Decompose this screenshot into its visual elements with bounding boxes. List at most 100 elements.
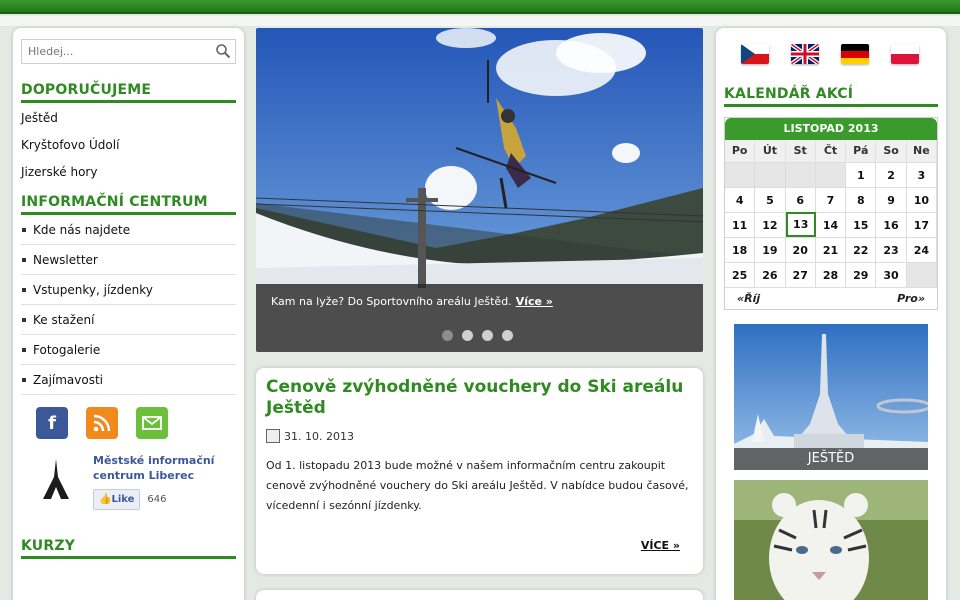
slider-caption: Kam na lyže? Do Sportovního areálu Ještě… bbox=[256, 284, 703, 352]
recommend-item-krystofovo[interactable]: Kryštofovo Údolí bbox=[21, 132, 236, 159]
news-article: Cenově zvýhodněné vouchery do Ski areálu… bbox=[256, 368, 703, 574]
article-date-text: 31. 10. 2013 bbox=[284, 429, 354, 443]
calendar-day-8[interactable]: 8 bbox=[846, 187, 877, 212]
slider-dot-4[interactable] bbox=[502, 330, 513, 341]
article-date: 31. 10. 2013 bbox=[266, 429, 693, 443]
white-tiger-photo bbox=[734, 480, 928, 600]
calendar-prev-link[interactable]: «Říj bbox=[737, 288, 760, 309]
calendar-empty-cell bbox=[725, 162, 756, 187]
slider-more-link[interactable]: Více » bbox=[516, 295, 553, 308]
info-item-gallery[interactable]: Fotogalerie bbox=[21, 335, 236, 365]
calendar-day-23[interactable]: 23 bbox=[876, 237, 907, 262]
calendar-empty-cell bbox=[785, 162, 816, 187]
calendar-day-30[interactable]: 30 bbox=[876, 262, 907, 287]
rss-icon[interactable] bbox=[86, 407, 118, 439]
weekday-label: So bbox=[876, 140, 907, 162]
facebook-widget: Městské informační centrum Liberec 👍Like… bbox=[31, 453, 236, 510]
polish-flag-icon[interactable] bbox=[891, 44, 919, 64]
calendar-day-10[interactable]: 10 bbox=[906, 187, 937, 212]
fb-page-name-line1[interactable]: Městské informační bbox=[93, 453, 214, 468]
courses-title: KURZY bbox=[21, 538, 236, 559]
calendar-day-20[interactable]: 20 bbox=[785, 237, 816, 262]
calendar-week-row: 18 19 20 21 22 23 24 bbox=[725, 237, 937, 262]
calendar-empty-cell bbox=[906, 262, 937, 287]
calendar-day-15[interactable]: 15 bbox=[846, 212, 877, 237]
facebook-icon[interactable]: f bbox=[36, 407, 68, 439]
calendar-day-19[interactable]: 19 bbox=[755, 237, 786, 262]
recommend-item-jizerske[interactable]: Jizerské hory bbox=[21, 159, 236, 186]
info-title: INFORMAČNÍ CENTRUM bbox=[21, 194, 236, 215]
calendar-grid: 1 2 3 4 5 6 7 8 9 10 11 12 13 14 15 16 17 18 19 20 21 22 23 24 2… bbox=[725, 162, 937, 287]
recommend-title: DOPORUČUJEME bbox=[21, 82, 236, 103]
weekday-label: Ne bbox=[906, 140, 937, 162]
slider-dot-1[interactable] bbox=[442, 330, 453, 341]
czech-flag-icon[interactable] bbox=[741, 44, 769, 64]
calendar-day-25[interactable]: 25 bbox=[725, 262, 756, 287]
info-item-location[interactable]: Kde nás najdete bbox=[21, 215, 236, 245]
article-title[interactable]: Cenově zvýhodněné vouchery do Ski areálu… bbox=[266, 377, 693, 419]
calendar-day-9[interactable]: 9 bbox=[876, 187, 907, 212]
recommend-item-jested[interactable]: Ještěd bbox=[21, 105, 236, 132]
info-item-newsletter[interactable]: Newsletter bbox=[21, 245, 236, 275]
info-list: Kde nás najdete Newsletter Vstupenky, jí… bbox=[21, 215, 236, 395]
calendar-day-5[interactable]: 5 bbox=[755, 187, 786, 212]
top-bar bbox=[0, 0, 960, 14]
calendar-day-3[interactable]: 3 bbox=[906, 162, 937, 187]
search-box bbox=[21, 39, 236, 64]
calendar-day-7[interactable]: 7 bbox=[815, 187, 847, 212]
calendar-day-21[interactable]: 21 bbox=[815, 237, 847, 262]
calendar-day-26[interactable]: 26 bbox=[755, 262, 786, 287]
right-sidebar: KALENDÁŘ AKCÍ LISTOPAD 2013 Po Út St Čt … bbox=[716, 28, 946, 600]
info-item-sights[interactable]: Zajímavosti bbox=[21, 365, 236, 395]
calendar-day-13[interactable]: 13 bbox=[785, 212, 816, 237]
calendar-empty-cell bbox=[755, 162, 786, 187]
calendar-day-14[interactable]: 14 bbox=[815, 212, 847, 237]
calendar-day-1[interactable]: 1 bbox=[846, 162, 877, 187]
weekday-label: Út bbox=[755, 140, 786, 162]
english-flag-icon[interactable] bbox=[791, 44, 819, 64]
jested-promo-banner[interactable]: JEŠTĚD bbox=[734, 324, 928, 470]
calendar-day-29[interactable]: 29 bbox=[846, 262, 877, 287]
calendar-nav: «Říj Pro» bbox=[725, 287, 937, 309]
calendar-month: LISTOPAD 2013 bbox=[725, 118, 937, 140]
fb-page-name-line2[interactable]: centrum Liberec bbox=[93, 468, 214, 483]
calendar-day-17[interactable]: 17 bbox=[906, 212, 937, 237]
calendar-day-6[interactable]: 6 bbox=[785, 187, 816, 212]
search-icon[interactable] bbox=[215, 43, 231, 59]
zoo-promo-banner[interactable] bbox=[734, 480, 928, 600]
calendar-day-24[interactable]: 24 bbox=[906, 237, 937, 262]
image-slider[interactable]: Kam na lyže? Do Sportovního areálu Ještě… bbox=[256, 28, 703, 352]
article-more-link[interactable]: VÍCE » bbox=[641, 539, 680, 552]
fb-like-button[interactable]: 👍Like bbox=[93, 489, 141, 510]
info-item-tickets[interactable]: Vstupenky, jízdenky bbox=[21, 275, 236, 305]
info-item-downloads[interactable]: Ke stažení bbox=[21, 305, 236, 335]
article-body: Od 1. listopadu 2013 bude možné v našem … bbox=[266, 459, 689, 512]
calendar-next-link[interactable]: Pro» bbox=[897, 288, 925, 309]
german-flag-icon[interactable] bbox=[841, 44, 869, 64]
left-sidebar: DOPORUČUJEME Ještěd Kryštofovo Údolí Jiz… bbox=[13, 28, 244, 600]
calendar-week-row: 4 5 6 7 8 9 10 bbox=[725, 187, 937, 212]
calendar-empty-cell bbox=[815, 162, 847, 187]
tower-logo-icon bbox=[31, 453, 81, 503]
weekday-label: Po bbox=[725, 140, 756, 162]
calendar-day-2[interactable]: 2 bbox=[876, 162, 907, 187]
slider-dot-3[interactable] bbox=[482, 330, 493, 341]
slider-dot-2[interactable] bbox=[462, 330, 473, 341]
calendar-weekdays: Po Út St Čt Pá So Ne bbox=[725, 140, 937, 162]
events-calendar: LISTOPAD 2013 Po Út St Čt Pá So Ne 12345… bbox=[724, 117, 938, 310]
promo-label: JEŠTĚD bbox=[734, 448, 928, 470]
top-strip bbox=[0, 16, 960, 26]
calendar-day-16[interactable]: 16 bbox=[876, 212, 907, 237]
calendar-day-4[interactable]: 4 bbox=[725, 187, 756, 212]
calendar-day-11[interactable]: 11 bbox=[725, 212, 756, 237]
mail-icon[interactable] bbox=[136, 407, 168, 439]
calendar-day-28[interactable]: 28 bbox=[815, 262, 847, 287]
social-links: f bbox=[36, 407, 236, 439]
calendar-day-12[interactable]: 12 bbox=[755, 212, 786, 237]
recommend-list: Ještěd Kryštofovo Údolí Jizerské hory bbox=[21, 105, 236, 186]
calendar-day-22[interactable]: 22 bbox=[846, 237, 877, 262]
calendar-day-18[interactable]: 18 bbox=[725, 237, 756, 262]
calendar-day-27[interactable]: 27 bbox=[785, 262, 816, 287]
calendar-week-row: 123 bbox=[725, 162, 937, 187]
search-input[interactable] bbox=[22, 40, 202, 63]
